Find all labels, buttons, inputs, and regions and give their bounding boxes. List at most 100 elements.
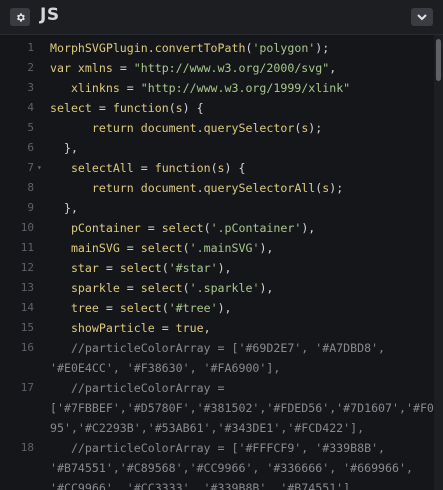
code-token: , (329, 61, 337, 75)
code-token: select (140, 241, 183, 255)
code-token: s (217, 161, 225, 175)
code-text: star = select('#star'), (50, 258, 232, 278)
code-token: tree (50, 301, 106, 315)
code-token: function (154, 161, 211, 175)
code-token: true (175, 321, 204, 335)
code-text: var xmlns = "http://www.w3.org/2000/svg"… (50, 58, 336, 78)
code-token: = (161, 321, 176, 335)
code-line: 16 //particleColorArray = ['#69D2E7', '#… (0, 338, 434, 358)
code-token: xlinkns (50, 81, 127, 95)
code-token: querySelectorAll (203, 181, 316, 195)
code-token: function (112, 101, 169, 115)
code-text: '#CC9966', '#CC3333', '#339B8B', '#B7455… (50, 478, 350, 490)
code-token: ); (315, 41, 330, 55)
code-text: sparkle = select('.sparkle'), (50, 278, 273, 298)
code-line: 6 }, (0, 138, 434, 158)
code-token: = (105, 301, 120, 315)
code-token: //particleColorArray = (50, 381, 225, 395)
code-token: ( (168, 101, 176, 115)
line-number: 18 (20, 441, 34, 454)
code-token: = (126, 281, 141, 295)
code-token: querySelector (203, 121, 295, 135)
code-token: s (175, 101, 183, 115)
code-token: ( (203, 221, 211, 235)
code-token: . (147, 41, 155, 55)
code-token: = (105, 261, 120, 275)
code-text: ['#7FBBEF','#D5780F','#381502','#FDED56'… (50, 398, 434, 418)
code-token: "http://www.w3.org/2000/svg" (133, 61, 330, 75)
code-token: = (126, 81, 141, 95)
code-token: ( (161, 261, 169, 275)
code-text: '#B74551','#C89568','#CC9966', '#336666'… (50, 458, 413, 478)
line-number: 14 (20, 301, 34, 314)
line-number: 16 (20, 341, 34, 354)
code-token: ), (301, 221, 316, 235)
code-line: ['#7FBBEF','#D5780F','#381502','#FDED56'… (0, 398, 434, 418)
line-number: 9 (27, 201, 34, 214)
code-token: select (140, 281, 183, 295)
code-token: var xmlns (50, 61, 120, 75)
code-token: sparkle (50, 281, 127, 295)
code-token: return document (50, 121, 197, 135)
code-text: '#E0E4CC', '#F38630', '#FA6900'], (50, 358, 280, 378)
code-line: 12 star = select('#star'), (0, 258, 434, 278)
collapse-button[interactable] (411, 8, 433, 26)
code-token: ( (182, 241, 190, 255)
code-token: select (50, 101, 99, 115)
code-token: convertToPath (154, 41, 246, 55)
code-line: 8 return document.querySelectorAll(s); (0, 178, 434, 198)
code-token: '#tree' (168, 301, 218, 315)
code-token: star (50, 261, 106, 275)
code-text: selectAll = function(s) { (50, 158, 246, 178)
code-token: MorphSVGPlugin (50, 41, 148, 55)
code-token: //particleColorArray = ['#69D2E7', '#A7D… (50, 341, 386, 355)
vertical-scrollbar[interactable] (434, 35, 443, 490)
code-token: = (147, 221, 162, 235)
code-line: 4 select = function(s) { (0, 98, 434, 118)
settings-button[interactable] (10, 8, 30, 26)
line-number: 17 (20, 381, 34, 394)
code-token: '.sparkle' (189, 281, 260, 295)
line-number: 5 (27, 121, 34, 134)
code-token: mainSVG (50, 241, 127, 255)
code-token: 'polygon' (252, 41, 316, 55)
editor-header: JS (0, 0, 443, 35)
code-text: }, (50, 198, 78, 218)
code-text: select = function(s) { (50, 98, 204, 118)
code-token: ( (210, 161, 218, 175)
code-token: ), (217, 261, 232, 275)
code-token: '#star' (168, 261, 218, 275)
code-text: return document.querySelectorAll(s); (50, 178, 343, 198)
code-token: selectAll (50, 161, 141, 175)
code-token: //particleColorArray = ['#FFFCF9', '#339… (50, 441, 386, 455)
code-text: }, (50, 138, 78, 158)
code-token: }, (50, 141, 78, 155)
code-token: ), (259, 281, 274, 295)
line-number: 6 (27, 141, 34, 154)
line-number: 10 (20, 221, 34, 234)
code-token: ); (329, 181, 344, 195)
code-line: 14 tree = select('#tree'), (0, 298, 434, 318)
code-area[interactable]: 1 MorphSVGPlugin.convertToPath('polygon')… (0, 35, 434, 490)
language-label: JS (40, 5, 60, 25)
code-line: 17 //particleColorArray = (0, 378, 434, 398)
chevron-down-icon (417, 13, 427, 20)
code-token: '.mainSVG' (189, 241, 260, 255)
code-line: '#B74551','#C89568','#CC9966', '#336666'… (0, 458, 434, 478)
code-line: 11 mainSVG = select('.mainSVG'), (0, 238, 434, 258)
code-line: '#CC9966', '#CC3333', '#339B8B', '#B7455… (0, 478, 434, 490)
code-token: ( (161, 301, 169, 315)
code-token: = (98, 101, 113, 115)
code-token: . (196, 181, 204, 195)
code-token: pContainer (50, 221, 148, 235)
scrollbar-thumb[interactable] (436, 39, 441, 81)
fold-arrow-icon[interactable]: ▾ (37, 158, 42, 178)
code-token: ); (308, 121, 323, 135)
line-number: 12 (20, 261, 34, 274)
code-token: "http://www.w3.org/1999/xlink" (140, 81, 351, 95)
code-token: return document (50, 181, 197, 195)
code-token: '.pContainer' (210, 221, 302, 235)
code-token: 95','#C2293B','#53AB61','#343DE1','#FCD4… (50, 421, 365, 435)
code-token: . (196, 121, 204, 135)
gear-icon (16, 12, 25, 22)
